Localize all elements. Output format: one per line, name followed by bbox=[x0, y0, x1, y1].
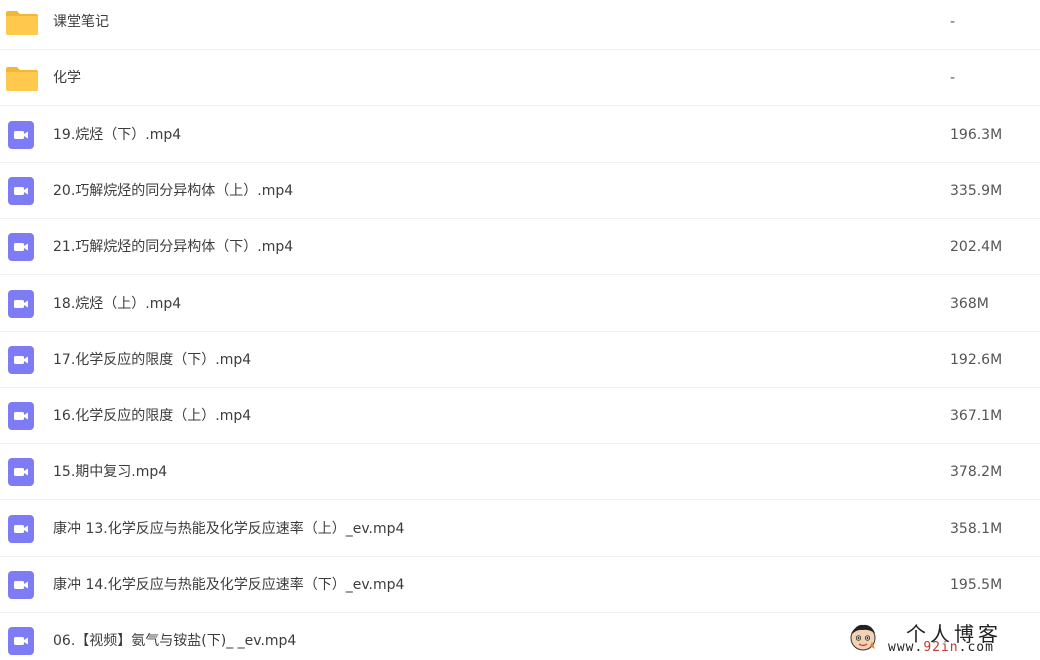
video-file-icon bbox=[8, 571, 34, 599]
watermark-url-highlight: 92in bbox=[923, 640, 959, 655]
folder-icon bbox=[6, 67, 38, 91]
file-name: 21.巧解烷烃的同分异构体（下）.mp4 bbox=[53, 239, 294, 255]
video-file-icon bbox=[8, 627, 34, 655]
file-row[interactable]: 20.巧解烷烃的同分异构体（上）.mp4 335.9M bbox=[0, 163, 1040, 219]
file-name: 化学 bbox=[53, 70, 81, 86]
file-list: 课堂笔记 - 化学 - 19.烷烃（下）.mp4 196.3M 20.巧解烷烃的同分异构体（… bbox=[0, 0, 1040, 660]
folder-icon bbox=[6, 11, 38, 35]
cartoon-face-icon bbox=[850, 624, 876, 651]
file-size: 335.9M bbox=[950, 183, 1003, 199]
file-name: 康冲 13.化学反应与热能及化学反应速率（上）_ev.mp4 bbox=[53, 521, 405, 537]
file-size: 202.4M bbox=[950, 239, 1003, 255]
file-size: 196.3M bbox=[950, 127, 1003, 143]
file-row[interactable]: 17.化学反应的限度（下）.mp4 192.6M bbox=[0, 332, 1040, 388]
file-size: - bbox=[950, 70, 956, 86]
folder-row[interactable]: 课堂笔记 - bbox=[0, 0, 1040, 50]
video-file-icon bbox=[8, 233, 34, 261]
folder-row[interactable]: 化学 - bbox=[0, 50, 1040, 106]
file-size: 368M bbox=[950, 296, 989, 312]
site-watermark: 个人博客 www.92in.com bbox=[846, 618, 1036, 658]
file-row[interactable]: 19.烷烃（下）.mp4 196.3M bbox=[0, 107, 1040, 163]
watermark-url: www.92in.com bbox=[888, 640, 994, 655]
file-name: 17.化学反应的限度（下）.mp4 bbox=[53, 352, 252, 368]
file-name: 16.化学反应的限度（上）.mp4 bbox=[53, 408, 252, 424]
file-size: 192.6M bbox=[950, 352, 1003, 368]
file-size: - bbox=[950, 14, 956, 30]
video-file-icon bbox=[8, 121, 34, 149]
file-name: 课堂笔记 bbox=[53, 14, 109, 30]
file-name: 20.巧解烷烃的同分异构体（上）.mp4 bbox=[53, 183, 294, 199]
video-file-icon bbox=[8, 290, 34, 318]
file-size: 367.1M bbox=[950, 408, 1003, 424]
file-row[interactable]: 康冲 13.化学反应与热能及化学反应速率（上）_ev.mp4 358.1M bbox=[0, 501, 1040, 557]
file-size: 358.1M bbox=[950, 521, 1003, 537]
file-row[interactable]: 康冲 14.化学反应与热能及化学反应速率（下）_ev.mp4 195.5M bbox=[0, 557, 1040, 613]
video-file-icon bbox=[8, 515, 34, 543]
file-name: 06.【视频】氨气与铵盐(下)_ _ev.mp4 bbox=[53, 633, 297, 649]
file-row[interactable]: 18.烷烃（上）.mp4 368M bbox=[0, 276, 1040, 332]
file-row[interactable]: 15.期中复习.mp4 378.2M bbox=[0, 444, 1040, 500]
file-row[interactable]: 16.化学反应的限度（上）.mp4 367.1M bbox=[0, 388, 1040, 444]
file-size: 195.5M bbox=[950, 577, 1003, 593]
file-name: 18.烷烃（上）.mp4 bbox=[53, 296, 182, 312]
video-file-icon bbox=[8, 402, 34, 430]
watermark-url-suffix: .com bbox=[958, 640, 994, 655]
file-size: 378.2M bbox=[950, 464, 1003, 480]
file-row[interactable]: 21.巧解烷烃的同分异构体（下）.mp4 202.4M bbox=[0, 219, 1040, 275]
video-file-icon bbox=[8, 177, 34, 205]
file-name: 15.期中复习.mp4 bbox=[53, 464, 168, 480]
file-name: 19.烷烃（下）.mp4 bbox=[53, 127, 182, 143]
file-name: 康冲 14.化学反应与热能及化学反应速率（下）_ev.mp4 bbox=[53, 577, 405, 593]
video-file-icon bbox=[8, 346, 34, 374]
watermark-url-prefix: www. bbox=[888, 640, 924, 655]
video-file-icon bbox=[8, 458, 34, 486]
